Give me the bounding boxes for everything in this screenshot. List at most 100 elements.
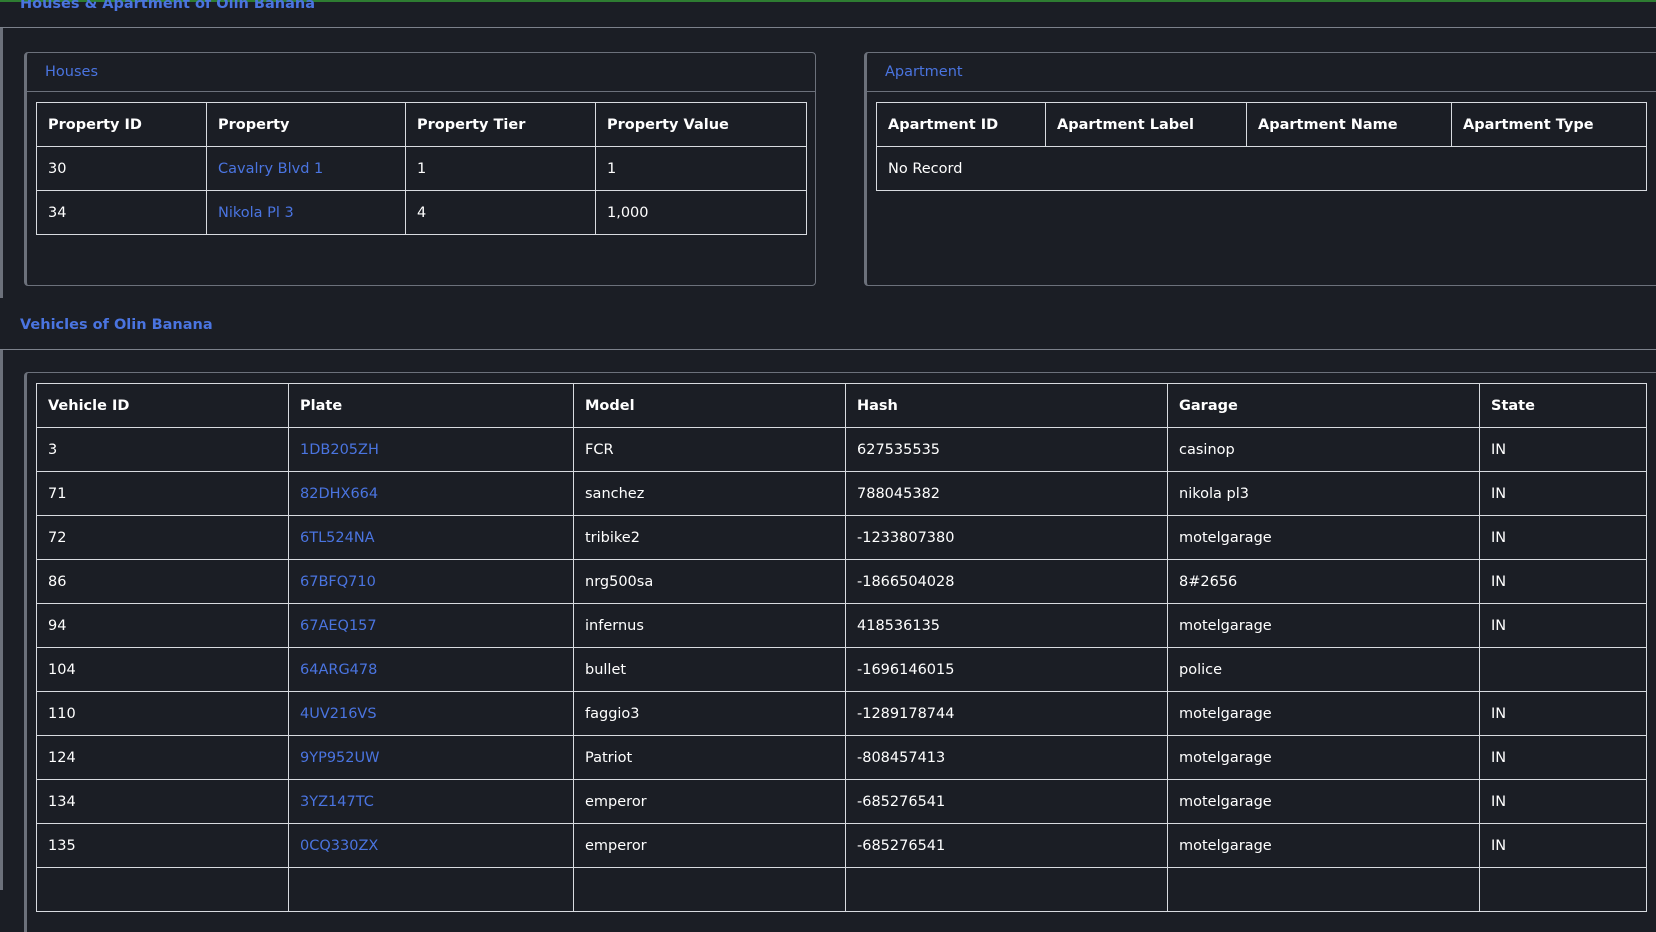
- plate-link[interactable]: 64ARG478: [288, 647, 574, 692]
- state-cell: IN: [1479, 823, 1647, 868]
- property-link[interactable]: Nikola Pl 3: [206, 190, 406, 235]
- table-row: 30 Cavalry Blvd 111: [36, 146, 807, 191]
- plate-link[interactable]: 67AEQ157: [288, 603, 574, 648]
- model-cell: emperor: [573, 779, 846, 824]
- column-header-model: Model: [573, 383, 846, 428]
- hash-cell: -1866504028: [845, 559, 1168, 604]
- model-cell: sanchez: [573, 471, 846, 516]
- garage-cell: motelgarage: [1167, 691, 1480, 736]
- hash-cell: -808457413: [845, 735, 1168, 780]
- section-divider: [0, 349, 1656, 350]
- model-cell: nrg500sa: [573, 559, 846, 604]
- houses-apartment-section-title: Houses & Apartment of Olin Banana: [20, 0, 315, 12]
- column-header-property-value: Property Value: [595, 102, 807, 147]
- property-value-cell: 1,000: [595, 190, 807, 235]
- vehicle-id-cell: 86: [36, 559, 289, 604]
- hash-cell: -685276541: [845, 779, 1168, 824]
- garage-cell: police: [1167, 647, 1480, 692]
- vehicle-id-cell: [36, 867, 289, 912]
- table-row: 3 1DB205ZH FCR 627535535 casinop IN: [36, 427, 1647, 472]
- empty-record-cell: No Record: [876, 146, 1647, 191]
- state-cell: IN: [1479, 559, 1647, 604]
- table-row: 34 Nikola Pl 3 4 1,000: [36, 190, 807, 235]
- plate-link[interactable]: 3YZ147TC: [288, 779, 574, 824]
- column-header-property-tier: Property Tier: [405, 102, 596, 147]
- column-header-hash: Hash: [845, 383, 1168, 428]
- column-header-plate: Plate: [288, 383, 574, 428]
- table-row: [36, 867, 1647, 912]
- column-header-property: Property: [206, 102, 406, 147]
- column-header-apartment-name: Apartment Name: [1246, 102, 1452, 147]
- state-cell: IN: [1479, 691, 1647, 736]
- table-row: 94 67AEQ157 infernus 418536135 motelgarage IN: [36, 603, 1647, 648]
- property-id-cell: 30: [36, 146, 207, 191]
- column-header-apartment-id: Apartment ID: [876, 102, 1046, 147]
- hash-cell: 627535535: [845, 427, 1168, 472]
- hash-cell: 418536135: [845, 603, 1168, 648]
- state-cell: IN: [1479, 471, 1647, 516]
- property-tier-cell: 1: [405, 146, 596, 191]
- table-row: 86 67BFQ710 nrg500sa -1866504028 8#2656 IN: [36, 559, 1647, 604]
- apartment-table: Apartment ID Apartment Label Apartment Nam…: [876, 102, 1647, 191]
- table-row: 110 4UV216VS faggio3 -1289178744 motelgarage…: [36, 691, 1647, 736]
- houses-table: Property ID Property Property Tier Property…: [36, 102, 807, 235]
- plate-link[interactable]: 9YP952UW: [288, 735, 574, 780]
- garage-cell: motelgarage: [1167, 823, 1480, 868]
- vehicle-id-cell: 135: [36, 823, 289, 868]
- table-row: 134 3YZ147TC emperor -685276541 motelgarage I…: [36, 779, 1647, 824]
- column-header-state: State: [1479, 383, 1647, 428]
- column-header-apartment-type: Apartment Type: [1451, 102, 1647, 147]
- model-cell: faggio3: [573, 691, 846, 736]
- property-id-cell: 34: [36, 190, 207, 235]
- apartment-card-title: Apartment: [867, 53, 1656, 92]
- plate-link[interactable]: 4UV216VS: [288, 691, 574, 736]
- model-cell: bullet: [573, 647, 846, 692]
- vehicle-id-cell: 124: [36, 735, 289, 780]
- garage-cell: motelgarage: [1167, 515, 1480, 560]
- hash-cell: 788045382: [845, 471, 1168, 516]
- vehicles-section-title: Vehicles of Olin Banana: [20, 317, 213, 333]
- plate-link[interactable]: 6TL524NA: [288, 515, 574, 560]
- garage-cell: casinop: [1167, 427, 1480, 472]
- model-cell: emperor: [573, 823, 846, 868]
- column-header-garage: Garage: [1167, 383, 1480, 428]
- plate-link[interactable]: 67BFQ710: [288, 559, 574, 604]
- table-row: 135 0CQ330ZX emperor -685276541 motelgarage I…: [36, 823, 1647, 868]
- table-row: 72 6TL524NA tribike2 -1233807380 motelgarage…: [36, 515, 1647, 560]
- vehicle-id-cell: 104: [36, 647, 289, 692]
- column-header-apartment-label: Apartment Label: [1045, 102, 1247, 147]
- state-cell: IN: [1479, 779, 1647, 824]
- model-cell: [573, 867, 846, 912]
- garage-cell: 8#2656: [1167, 559, 1480, 604]
- table-row: 124 9YP952UW Patriot -808457413 motelgarage I…: [36, 735, 1647, 780]
- vehicle-id-cell: 3: [36, 427, 289, 472]
- state-cell: [1479, 867, 1647, 912]
- column-header-property-id: Property ID: [36, 102, 207, 147]
- state-cell: IN: [1479, 735, 1647, 780]
- property-tier-cell: 4: [405, 190, 596, 235]
- section-rail: [0, 350, 3, 890]
- property-link[interactable]: Cavalry Blvd 1: [206, 146, 406, 191]
- model-cell: tribike2: [573, 515, 846, 560]
- model-cell: Patriot: [573, 735, 846, 780]
- section-rail: [0, 28, 3, 298]
- garage-cell: motelgarage: [1167, 603, 1480, 648]
- vehicle-id-cell: 72: [36, 515, 289, 560]
- table-row: No Record: [876, 146, 1647, 191]
- column-header-vehicle-id: Vehicle ID: [36, 383, 289, 428]
- state-cell: IN: [1479, 603, 1647, 648]
- vehicle-id-cell: 71: [36, 471, 289, 516]
- plate-link[interactable]: 1DB205ZH: [288, 427, 574, 472]
- vehicle-id-cell: 110: [36, 691, 289, 736]
- property-value-cell: 1: [595, 146, 807, 191]
- plate-link[interactable]: 0CQ330ZX: [288, 823, 574, 868]
- vehicle-id-cell: 134: [36, 779, 289, 824]
- plate-link[interactable]: 82DHX664: [288, 471, 574, 516]
- plate-link[interactable]: [288, 867, 574, 912]
- model-cell: infernus: [573, 603, 846, 648]
- table-row: 71 82DHX664 sanchez 788045382 nikola pl3 IN: [36, 471, 1647, 516]
- garage-cell: motelgarage: [1167, 735, 1480, 780]
- garage-cell: [1167, 867, 1480, 912]
- model-cell: FCR: [573, 427, 846, 472]
- state-cell: IN: [1479, 515, 1647, 560]
